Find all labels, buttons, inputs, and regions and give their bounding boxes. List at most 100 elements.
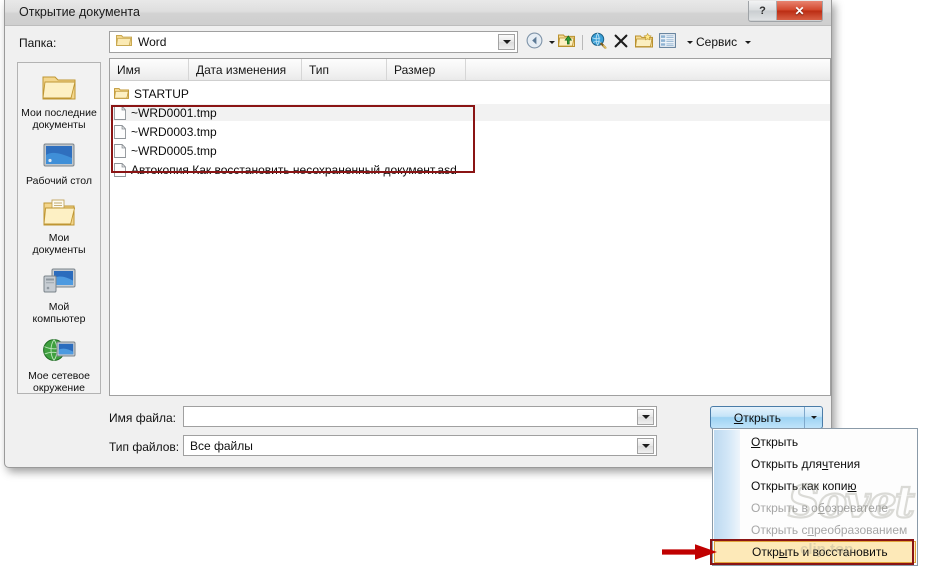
views-button[interactable]	[656, 31, 679, 53]
menu-item-label-post: тения	[828, 457, 861, 471]
folder-combobox-value: Word	[138, 35, 167, 49]
new-folder-button[interactable]	[632, 31, 656, 53]
back-navigation-icon	[526, 32, 543, 52]
menu-item-label-post: реобразованием	[813, 523, 908, 537]
tools-menu-button[interactable]: Сервис	[679, 31, 754, 53]
menu-item-label-pre: Открыть для	[751, 457, 822, 471]
delete-icon	[613, 33, 629, 52]
menu-item-open[interactable]: Открыть	[713, 431, 917, 453]
folder-icon	[114, 87, 129, 100]
menu-item-label-post: озревателе	[824, 501, 889, 515]
open-button-dropdown-arrow[interactable]	[804, 407, 822, 428]
page-title: Открытие документа	[19, 5, 140, 19]
open-button-rest: ткрыть	[743, 410, 782, 425]
column-header-name[interactable]: Имя	[110, 59, 189, 80]
menu-item-label: ткрыть	[760, 435, 799, 449]
file-name-input[interactable]	[183, 406, 657, 427]
file-icon	[114, 124, 126, 139]
chevron-down-icon	[641, 444, 650, 448]
sidebar-item-label: Рабочий стол	[26, 175, 92, 187]
menu-item-label-pre: Открыть в о	[751, 501, 818, 515]
sidebar-item-my-computer[interactable]: Мой компьютер	[18, 266, 100, 327]
table-row[interactable]: STARTUP	[110, 85, 830, 102]
file-name: ~WRD0001.tmp	[131, 105, 217, 120]
back-navigation-button[interactable]	[523, 31, 546, 53]
file-type-combobox[interactable]: Все файлы	[183, 435, 657, 456]
file-icon	[114, 162, 126, 177]
chevron-down-icon	[502, 40, 511, 44]
my-documents-folder-icon	[43, 199, 76, 229]
sidebar-item-desktop[interactable]: Рабочий стол	[18, 141, 100, 189]
chevron-down-icon	[810, 416, 817, 419]
file-type-label: Тип файлов:	[109, 440, 180, 454]
file-name: ~WRD0003.tmp	[131, 124, 217, 139]
window-buttons: ? ✕	[748, 1, 823, 22]
title-bar: Открытие документа ? ✕	[5, 0, 831, 26]
sidebar-item-network-places[interactable]: Мое сетевое окружение	[18, 335, 100, 396]
file-name: Автокопия Как восстановить несохраненный…	[131, 162, 457, 177]
dialog-toolbar: Сервис	[523, 31, 754, 53]
close-icon: ✕	[794, 3, 805, 18]
table-row[interactable]: ~WRD0005.tmp	[110, 142, 830, 159]
chevron-down-icon	[687, 40, 693, 44]
menu-item-label-pre: Открыть как копи	[751, 479, 848, 493]
folder-icon	[116, 34, 132, 50]
folder-label: Папка:	[19, 36, 57, 50]
open-document-dialog: Открытие документа ? ✕ Папка: Word Серви…	[4, 0, 832, 468]
table-row[interactable]: ~WRD0001.tmp	[110, 104, 830, 121]
file-name: STARTUP	[134, 86, 189, 101]
sidebar-item-recent-documents[interactable]: Мои последние документы	[18, 71, 100, 133]
help-button[interactable]: ?	[749, 1, 777, 20]
desktop-icon	[43, 143, 75, 172]
open-dropdown-menu: Открыть Открыть для ч тения Открыть как к…	[712, 428, 918, 566]
folder-bar: Папка: Word Сервис	[5, 26, 831, 58]
network-places-icon	[42, 337, 76, 367]
table-row[interactable]: Автокопия Как восстановить несохраненный…	[110, 161, 830, 178]
sidebar-item-label: Мои документы	[32, 232, 86, 256]
sidebar-item-label: Мои последние документы	[21, 107, 97, 131]
file-type-dropdown-arrow[interactable]	[637, 438, 654, 454]
menu-item-open-and-repair[interactable]: Откр ы ть и восстановить	[714, 541, 916, 563]
menu-item-label-pre: Открыть с	[751, 523, 808, 537]
search-web-button[interactable]	[587, 31, 610, 53]
column-header-date[interactable]: Дата изменения	[189, 59, 302, 80]
menu-item-open-in-browser: Открыть в о б озревателе	[713, 497, 917, 519]
new-folder-icon	[635, 32, 653, 51]
file-icon	[114, 105, 126, 120]
open-button[interactable]: Открыть	[710, 406, 823, 429]
menu-item-accel: ы	[778, 545, 788, 559]
up-one-level-icon	[558, 33, 575, 51]
folder-combobox-arrow[interactable]	[498, 34, 515, 50]
file-name-dropdown-arrow[interactable]	[637, 409, 654, 425]
menu-item-open-with-transform: Открыть с п реобразованием	[713, 519, 917, 541]
menu-item-accel: б	[817, 501, 825, 515]
delete-button[interactable]	[610, 31, 632, 53]
annotation-arrow	[662, 543, 718, 561]
places-bar: Мои последние документы Рабочий стол Мои…	[17, 62, 101, 394]
open-button-label: Открыть	[711, 411, 804, 425]
menu-item-open-as-copy[interactable]: Открыть как копи ю	[713, 475, 917, 497]
sidebar-item-label: Мое сетевое окружение	[28, 370, 90, 394]
help-icon: ?	[759, 4, 766, 17]
close-button[interactable]: ✕	[777, 1, 822, 20]
sidebar-item-my-documents[interactable]: Мои документы	[18, 197, 100, 258]
table-row[interactable]: ~WRD0003.tmp	[110, 123, 830, 140]
file-name: ~WRD0005.tmp	[131, 143, 217, 158]
menu-item-accel: ю	[847, 479, 857, 493]
folder-combobox[interactable]: Word	[109, 31, 518, 53]
menu-item-accel: О	[751, 435, 761, 449]
recent-documents-folder-icon	[42, 73, 76, 104]
file-list-pane[interactable]: Имя Дата изменения Тип Размер STARTUP ~W…	[109, 58, 831, 396]
file-type-combobox-value: Все файлы	[190, 438, 253, 453]
my-computer-icon	[43, 268, 76, 298]
chevron-down-icon	[745, 40, 752, 44]
search-web-icon	[590, 32, 607, 52]
file-name-label: Имя файла:	[109, 411, 176, 425]
views-icon	[659, 33, 676, 51]
chevron-down-icon	[641, 415, 650, 419]
column-header-type[interactable]: Тип	[302, 59, 387, 80]
up-one-level-button[interactable]	[546, 31, 578, 53]
menu-item-open-read-only[interactable]: Открыть для ч тения	[713, 453, 917, 475]
column-header-size[interactable]: Размер	[387, 59, 466, 80]
file-list-column-headers: Имя Дата изменения Тип Размер	[110, 59, 830, 81]
